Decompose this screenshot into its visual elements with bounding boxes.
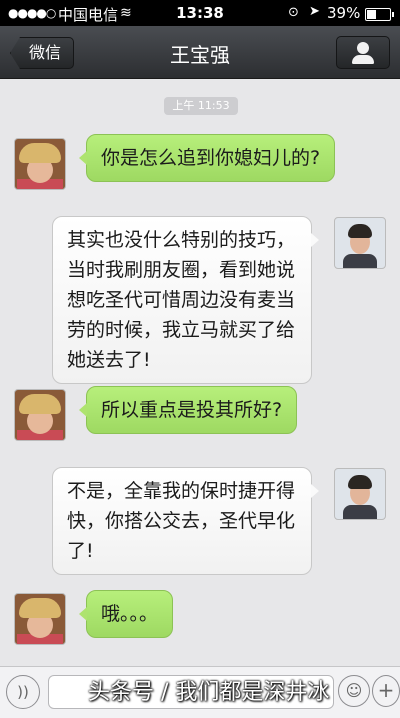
message-line: 劳的时候，我立马就买了给 xyxy=(67,319,296,341)
avatar-friend[interactable] xyxy=(14,593,66,645)
message-line: 其实也没什么特别的技巧， xyxy=(67,229,296,251)
location-icon: ➤ xyxy=(309,4,320,19)
message-line: 当时我刷朋友圈，看到她说 xyxy=(67,259,296,281)
watermark: 头条号 / 我们都是深井冰 xyxy=(88,680,330,705)
message-bubble-right[interactable]: 不是，全靠我的保时捷开得 快，你搭公交去，圣代早化 了! xyxy=(52,467,319,575)
avatar-self[interactable] xyxy=(334,468,386,520)
battery-fill xyxy=(367,10,376,19)
person-icon xyxy=(357,42,369,54)
emoji-icon[interactable]: ☺ xyxy=(338,675,370,707)
person-icon-body xyxy=(352,55,374,64)
message-bubble-right[interactable]: 其实也没什么特别的技巧， 当时我刷朋友圈，看到她说 想吃圣代可惜周边没有麦当 劳… xyxy=(52,216,319,384)
chat-area[interactable]: 上午 11:53 你是怎么追到你媳妇儿的? 其实也没什么特别的技巧， 当时我刷朋… xyxy=(0,79,400,666)
avatar-friend[interactable] xyxy=(14,138,66,190)
rotation-lock-icon: ⊙ xyxy=(288,5,299,20)
timestamp: 上午 11:53 xyxy=(164,97,238,115)
voice-icon[interactable]: )) xyxy=(6,675,40,709)
avatar-friend[interactable] xyxy=(14,389,66,441)
message-line: 想吃圣代可惜周边没有麦当 xyxy=(67,289,296,311)
battery-icon xyxy=(365,8,394,21)
profile-button[interactable] xyxy=(336,36,390,69)
message-line: 快，你搭公交去，圣代早化 xyxy=(67,510,296,532)
plus-icon[interactable]: + xyxy=(372,675,400,707)
battery-percent: 39% xyxy=(327,4,361,22)
message-line: 了! xyxy=(67,540,94,562)
message-bubble-left[interactable]: 你是怎么追到你媳妇儿的? xyxy=(78,134,336,182)
nav-bar: 微信 王宝强 xyxy=(0,26,400,79)
message-bubble-left[interactable]: 所以重点是投其所好? xyxy=(78,386,298,434)
message-bubble-left[interactable]: 哦。。。 xyxy=(78,590,174,638)
status-bar: ●●●●○ 中国电信 ≋ 13:38 ⊙ ➤ 39% xyxy=(0,0,400,26)
avatar-self[interactable] xyxy=(334,217,386,269)
message-line: 不是，全靠我的保时捷开得 xyxy=(67,480,296,502)
message-line: 她送去了! xyxy=(67,349,151,371)
